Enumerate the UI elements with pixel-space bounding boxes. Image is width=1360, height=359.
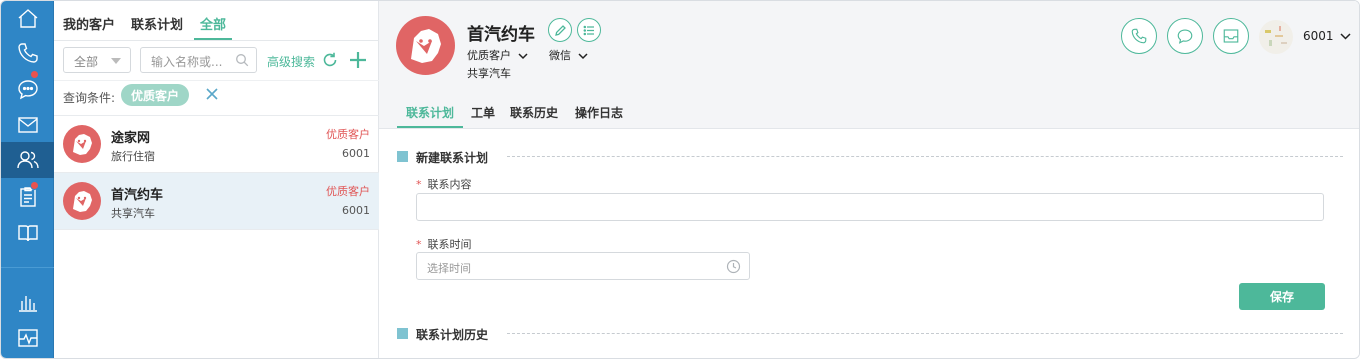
section-marker xyxy=(397,328,408,339)
tab-contact-plan[interactable]: 联系计划 xyxy=(406,104,454,121)
mail-button[interactable] xyxy=(1213,18,1249,54)
customers-icon[interactable] xyxy=(1,142,54,178)
agent-avatar[interactable] xyxy=(1259,20,1293,54)
condition-label: 查询条件: xyxy=(63,91,116,105)
section-divider xyxy=(507,156,1343,157)
content-label-text: 联系内容 xyxy=(427,178,472,191)
customer-level-value: 优质客户 xyxy=(467,49,511,62)
agent-number-menu[interactable]: 6001 xyxy=(1303,29,1351,43)
monitor-icon[interactable] xyxy=(1,320,54,356)
customer-detail-panel: 首汽约车 优质客户 微信 共享汽车 6001 联系计划 工单 联系历史 操作日志… xyxy=(379,1,1359,358)
section-marker xyxy=(397,151,408,162)
active-tab-indicator xyxy=(397,126,463,128)
add-icon[interactable] xyxy=(348,50,368,70)
condition-tag: 优质客户 xyxy=(121,84,190,106)
tab-contact-history[interactable]: 联系历史 xyxy=(510,104,558,121)
customer-industry: 旅行住宿 xyxy=(111,150,155,163)
call-button[interactable] xyxy=(1121,18,1157,54)
clock-icon xyxy=(726,259,741,274)
channel-select[interactable]: 微信 xyxy=(549,47,588,63)
chat-icon[interactable] xyxy=(1,71,54,107)
edit-button[interactable] xyxy=(548,18,572,42)
list-divider xyxy=(54,229,379,230)
customer-name: 首汽约车 xyxy=(111,188,164,203)
required-marker: * xyxy=(416,238,422,251)
list-icon xyxy=(583,25,594,35)
close-icon[interactable] xyxy=(205,87,219,101)
customer-title: 首汽约车 xyxy=(467,25,535,45)
content-field-label: * 联系内容 xyxy=(416,176,472,192)
tab-contact-plan[interactable]: 联系计划 xyxy=(131,14,183,33)
mail-icon[interactable] xyxy=(1,107,54,143)
contact-content-input[interactable] xyxy=(416,193,1324,221)
customer-name: 途家网 xyxy=(111,131,151,146)
search-icon xyxy=(236,54,249,67)
rail-divider xyxy=(1,267,54,268)
agent-number: 6001 xyxy=(1303,29,1334,43)
channel-value: 微信 xyxy=(549,49,571,62)
section-divider xyxy=(507,333,1343,334)
chevron-down-icon xyxy=(1340,33,1351,40)
nav-rail xyxy=(1,1,54,358)
customer-agent-number: 6001 xyxy=(342,147,370,160)
time-label-text: 联系时间 xyxy=(427,238,472,251)
customer-avatar xyxy=(63,182,101,220)
new-plan-title: 新建联系计划 xyxy=(416,151,489,165)
app-window: 我的客户 联系计划 全部 全部 输入名称或... 高级搜索 查询条件: 优质客户 xyxy=(0,0,1360,359)
book-icon[interactable] xyxy=(1,215,54,251)
tasks-badge xyxy=(30,181,39,190)
customer-avatar-large xyxy=(396,16,455,75)
tasks-icon[interactable] xyxy=(1,179,54,215)
customer-level-tag: 优质客户 xyxy=(326,185,370,198)
mail-icon xyxy=(1223,29,1239,43)
filter-row: 全部 输入名称或... 高级搜索 xyxy=(54,41,379,81)
contact-time-picker[interactable]: 选择时间 xyxy=(416,252,750,280)
search-placeholder: 输入名称或... xyxy=(151,55,223,69)
customer-industry: 共享汽车 xyxy=(467,67,511,80)
chat-icon xyxy=(1177,29,1193,44)
pencil-icon xyxy=(554,24,566,36)
customer-list-panel: 我的客户 联系计划 全部 全部 输入名称或... 高级搜索 查询条件: 优质客户 xyxy=(54,1,379,358)
list-item[interactable]: 首汽约车 共享汽车 优质客户 6001 xyxy=(54,172,379,229)
chat-button[interactable] xyxy=(1167,18,1203,54)
customer-level-tag: 优质客户 xyxy=(326,128,370,141)
customer-avatar xyxy=(63,125,101,163)
chevron-down-icon xyxy=(517,52,528,59)
save-button[interactable]: 保存 xyxy=(1239,283,1325,310)
home-icon[interactable] xyxy=(1,1,54,37)
details-list-button[interactable] xyxy=(577,18,601,42)
customer-industry: 共享汽车 xyxy=(111,207,155,220)
chat-badge xyxy=(30,70,39,79)
scope-select[interactable]: 全部 xyxy=(63,47,131,73)
plan-history-title: 联系计划历史 xyxy=(416,328,489,342)
tab-all[interactable]: 全部 xyxy=(200,14,226,33)
detail-header: 首汽约车 优质客户 微信 共享汽车 6001 联系计划 工单 联系历史 操作日志 xyxy=(379,1,1359,129)
tab-my-customers[interactable]: 我的客户 xyxy=(63,14,115,33)
required-marker: * xyxy=(416,178,422,191)
tab-work-order[interactable]: 工单 xyxy=(471,104,495,121)
query-conditions: 查询条件: 优质客户 xyxy=(54,81,379,115)
refresh-icon[interactable] xyxy=(321,51,339,69)
customer-agent-number: 6001 xyxy=(342,204,370,217)
list-item[interactable]: 途家网 旅行住宿 优质客户 6001 xyxy=(54,115,379,172)
scope-select-value: 全部 xyxy=(74,55,99,69)
customer-level-select[interactable]: 优质客户 xyxy=(467,47,528,63)
chevron-down-icon xyxy=(577,52,588,59)
phone-icon[interactable] xyxy=(1,35,54,71)
phone-icon xyxy=(1131,28,1147,44)
active-tab-indicator xyxy=(194,38,232,40)
list-tabs: 我的客户 联系计划 全部 xyxy=(54,1,379,41)
time-field-label: * 联系时间 xyxy=(416,236,472,252)
advanced-search-link[interactable]: 高级搜索 xyxy=(267,53,315,70)
stats-icon[interactable] xyxy=(1,284,54,320)
chevron-down-icon xyxy=(111,58,121,64)
tab-operation-log[interactable]: 操作日志 xyxy=(575,104,623,121)
time-placeholder: 选择时间 xyxy=(427,262,471,275)
search-input[interactable]: 输入名称或... xyxy=(140,47,257,73)
